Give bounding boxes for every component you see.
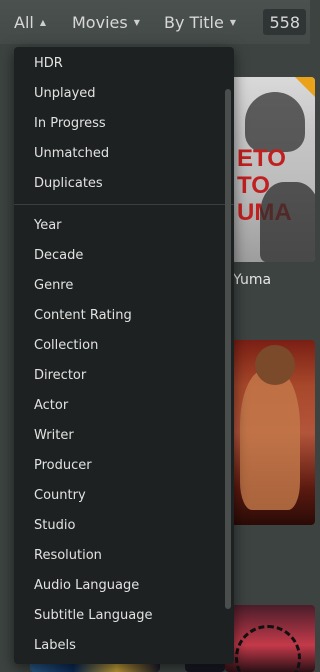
- menu-item-director[interactable]: Director: [14, 361, 234, 391]
- top-toolbar: All ▲ Movies ▼ By Title ▼ 558: [0, 0, 310, 44]
- poster-figure: [245, 92, 305, 152]
- poster-graphic: [235, 625, 301, 672]
- menu-item-collection[interactable]: Collection: [14, 331, 234, 361]
- movie-poster[interactable]: ETOTOUMA: [225, 77, 315, 262]
- menu-item-country[interactable]: Country: [14, 481, 234, 511]
- menu-item-content-rating[interactable]: Content Rating: [14, 301, 234, 331]
- menu-item-duplicates[interactable]: Duplicates: [14, 169, 234, 199]
- menu-item-actor[interactable]: Actor: [14, 391, 234, 421]
- menu-item-unplayed[interactable]: Unplayed: [14, 79, 234, 109]
- menu-item-year[interactable]: Year: [14, 211, 234, 241]
- poster-figure: [240, 370, 300, 510]
- caret-down-icon: ▼: [133, 17, 140, 27]
- menu-item-decade[interactable]: Decade: [14, 241, 234, 271]
- menu-item-writer[interactable]: Writer: [14, 421, 234, 451]
- poster-figure: [260, 182, 315, 262]
- menu-item-hdr[interactable]: HDR: [14, 49, 234, 79]
- menu-item-genre[interactable]: Genre: [14, 271, 234, 301]
- menu-item-labels[interactable]: Labels: [14, 631, 234, 661]
- movie-poster[interactable]: [225, 605, 315, 672]
- unwatched-corner-badge: [295, 77, 315, 97]
- menu-item-in-progress[interactable]: In Progress: [14, 109, 234, 139]
- poster-caption[interactable]: Yuma: [233, 272, 271, 288]
- menu-item-subtitle-language[interactable]: Subtitle Language: [14, 601, 234, 631]
- menu-item-resolution[interactable]: Resolution: [14, 541, 234, 571]
- filter-menu-top-section: HDR Unplayed In Progress Unmatched Duplicate…: [14, 47, 234, 199]
- filter-menu-bottom-section: Year Decade Genre Content Rating Collection D…: [14, 211, 234, 661]
- caret-up-icon: ▲: [39, 17, 46, 27]
- filter-dropdown-button[interactable]: All ▲: [14, 0, 46, 44]
- item-count: 558: [269, 12, 300, 32]
- caret-down-icon: ▼: [229, 17, 236, 27]
- filter-label: All: [14, 12, 34, 32]
- filter-dropdown-menu: HDR Unplayed In Progress Unmatched Duplicate…: [14, 47, 234, 664]
- sort-label: By Title: [164, 12, 224, 32]
- type-dropdown-button[interactable]: Movies ▼: [72, 0, 140, 44]
- menu-item-studio[interactable]: Studio: [14, 511, 234, 541]
- menu-item-producer[interactable]: Producer: [14, 451, 234, 481]
- sort-dropdown-button[interactable]: By Title ▼: [164, 0, 236, 44]
- type-label: Movies: [72, 12, 128, 32]
- menu-item-audio-language[interactable]: Audio Language: [14, 571, 234, 601]
- menu-item-unmatched[interactable]: Unmatched: [14, 139, 234, 169]
- item-count-badge: 558: [263, 9, 306, 35]
- menu-divider: [14, 204, 234, 205]
- menu-scrollbar[interactable]: [225, 89, 231, 609]
- movie-poster[interactable]: [225, 340, 315, 525]
- poster-figure: [255, 345, 295, 385]
